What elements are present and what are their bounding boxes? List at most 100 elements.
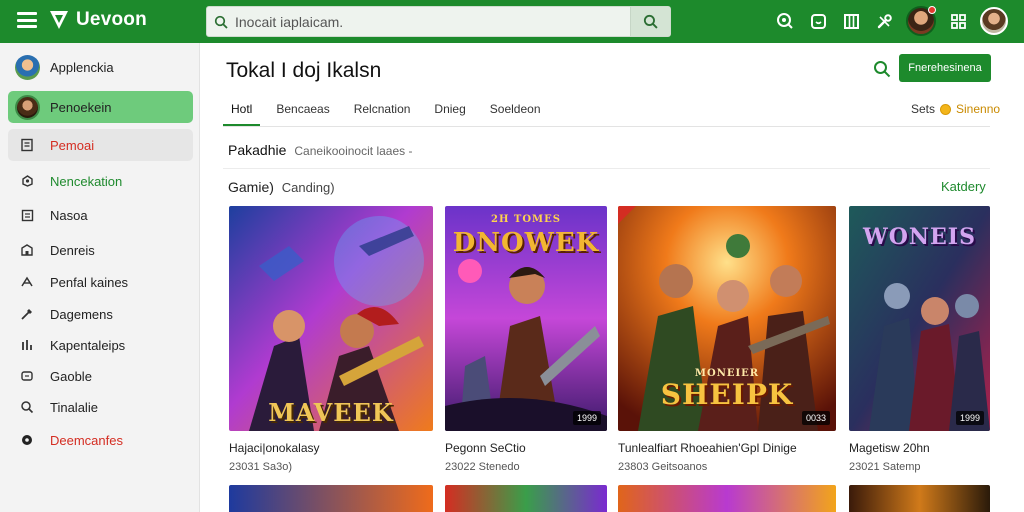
sidebar-item-tools[interactable]: Dagemens (8, 298, 193, 330)
card-subtitle: 23022 Stenedo (445, 461, 520, 473)
cover-badge: 0033 (801, 411, 830, 425)
user-avatar (14, 94, 40, 120)
search-icon[interactable] (873, 60, 891, 78)
filter-prefix: Sets (911, 102, 936, 116)
card-title: Hajaci|onokalasy (229, 441, 320, 455)
filter-label: Sinenno (956, 102, 1001, 116)
search-button[interactable] (630, 7, 670, 36)
category-subtitle: Canding) (281, 180, 335, 195)
building-icon (14, 237, 40, 263)
game-cover[interactable] (229, 485, 433, 512)
grid-icon[interactable] (947, 10, 969, 32)
logo-icon (50, 11, 68, 29)
search-input[interactable] (235, 7, 630, 36)
main-content: Tokal I doj Ikalsn Fnerehesinena Hotl Be… (200, 43, 1024, 512)
game-cover[interactable]: 2H TOMES DNOWEK 1999 (445, 206, 607, 431)
sidebar: Applenckia Penoekein Pemoai Nencekation … (0, 43, 200, 512)
chat-icon[interactable] (807, 10, 829, 32)
game-card[interactable]: MONEIER SHEIPK 0033 Tunlealfiart Rhoeahi… (618, 206, 836, 473)
sidebar-item-puzzle[interactable]: Penfal kaines (8, 266, 193, 298)
game-cover[interactable]: MONEIER SHEIPK 0033 (618, 206, 836, 431)
cover-badge: 1999 (955, 411, 984, 425)
page-title: Tokal I doj Ikalsn (226, 59, 382, 82)
category-link[interactable]: Katdery (941, 179, 986, 194)
sidebar-item-label: Deemcanfes (50, 432, 123, 448)
sidebar-item-store[interactable]: Pemoai (8, 129, 193, 161)
top-bar: Uevoon (0, 0, 1024, 43)
game-cover[interactable] (618, 485, 836, 512)
category-header: Gamie) Canding) (228, 179, 335, 195)
sidebar-item-label: Dagemens (50, 306, 113, 322)
sidebar-item-games[interactable]: Nencekation (8, 165, 193, 197)
section-subtitle: Caneikooinocit laaes - (294, 144, 413, 158)
tab-relcnation[interactable]: Relcnation (346, 95, 419, 126)
sidebar-item-chart[interactable]: Kapentaleips (8, 329, 193, 361)
tab-hotl[interactable]: Hotl (223, 95, 261, 126)
notification-avatar[interactable] (906, 6, 936, 36)
menu-icon[interactable] (17, 12, 37, 28)
sidebar-item-label: Kapentaleips (50, 337, 126, 353)
tab-dnieg[interactable]: Dnieg (426, 95, 473, 126)
game-cover[interactable]: MAVEEK (229, 206, 433, 431)
sidebar-item-label: Denreis (50, 242, 95, 258)
explore-icon[interactable] (774, 10, 796, 32)
chart-icon (14, 332, 40, 358)
sidebar-item-label: Nasoa (50, 207, 88, 223)
coin-icon (940, 103, 952, 115)
game-cover[interactable] (445, 485, 607, 512)
library-icon[interactable] (840, 10, 862, 32)
section-header: Pakadhie Caneikooinocit laaes - (228, 142, 412, 158)
sidebar-item-record[interactable]: Deemcanfes (8, 424, 193, 456)
app-logo[interactable]: Uevoon (48, 8, 147, 32)
sidebar-item-label: Applenckia (50, 59, 114, 75)
app-name: Uevoon (76, 9, 147, 30)
category-title: Gamie) (228, 179, 274, 195)
game-card[interactable]: WONEIS 1999 Magetisw 20hn 23021 Satemp (849, 206, 990, 473)
card-subtitle: 23031 Sa3o) (229, 461, 292, 473)
card-title: Tunlealfiart Rhoeahien'Gpl Dinige (618, 441, 797, 455)
card-title: Pegonn SeCtio (445, 441, 526, 455)
search-icon (14, 394, 40, 420)
sidebar-item-label: Penoekein (50, 99, 112, 115)
tools-icon[interactable] (873, 10, 895, 32)
sidebar-item-label: Nencekation (50, 173, 123, 189)
card-title: Magetisw 20hn (849, 441, 930, 455)
primary-action-button[interactable]: Fnerehesinena (899, 54, 991, 82)
cover-title: SHEIPK (660, 378, 794, 411)
record-icon (14, 427, 40, 453)
search-icon (207, 7, 235, 36)
tab-soeldeon[interactable]: Soeldeon (482, 95, 549, 126)
sidebar-item-building[interactable]: Denreis (8, 234, 193, 266)
game-card[interactable]: 2H TOMES DNOWEK 1999 Pegonn SeCtio 23022… (445, 206, 607, 473)
list-icon (14, 202, 40, 228)
tab-bencaeas[interactable]: Bencaeas (268, 95, 337, 126)
search-bar (206, 6, 671, 37)
sidebar-item-label: Gaoble (50, 368, 92, 384)
cover-badge: 1999 (572, 411, 601, 425)
sidebar-item-search[interactable]: Tinalalie (8, 391, 193, 423)
user-avatar (14, 54, 40, 80)
top-actions (774, 5, 1008, 37)
sidebar-item-list[interactable]: Nasoa (8, 199, 193, 231)
sidebar-item-profile[interactable]: Applenckia (8, 51, 193, 83)
sidebar-item-active[interactable]: Penoekein (8, 91, 193, 123)
tab-bar: Hotl Bencaeas Relcnation Dnieg Soeldeon (223, 95, 557, 126)
puzzle-icon (14, 269, 40, 295)
tab-right-filter[interactable]: Sets Sinenno (911, 102, 1000, 116)
section-divider (223, 168, 990, 169)
game-card[interactable]: MAVEEK Hajaci|onokalasy 23031 Sa3o) (229, 206, 433, 473)
game-cover[interactable]: WONEIS 1999 (849, 206, 990, 431)
card-subtitle: 23803 Geitsoanos (618, 461, 708, 473)
cover-title: MAVEEK (268, 398, 394, 427)
cart-icon (14, 363, 40, 389)
store-icon (14, 132, 40, 158)
profile-avatar[interactable] (980, 7, 1008, 35)
tabs-divider (223, 126, 990, 127)
cover-title: DNOWEK (452, 228, 600, 258)
sidebar-item-label: Tinalalie (50, 399, 98, 415)
sidebar-item-label: Pemoai (50, 137, 95, 153)
sidebar-item-cart[interactable]: Gaoble (8, 360, 193, 392)
cover-top-text: 2H TOMES (491, 214, 561, 225)
search-icon (643, 14, 658, 29)
game-cover[interactable] (849, 485, 990, 512)
